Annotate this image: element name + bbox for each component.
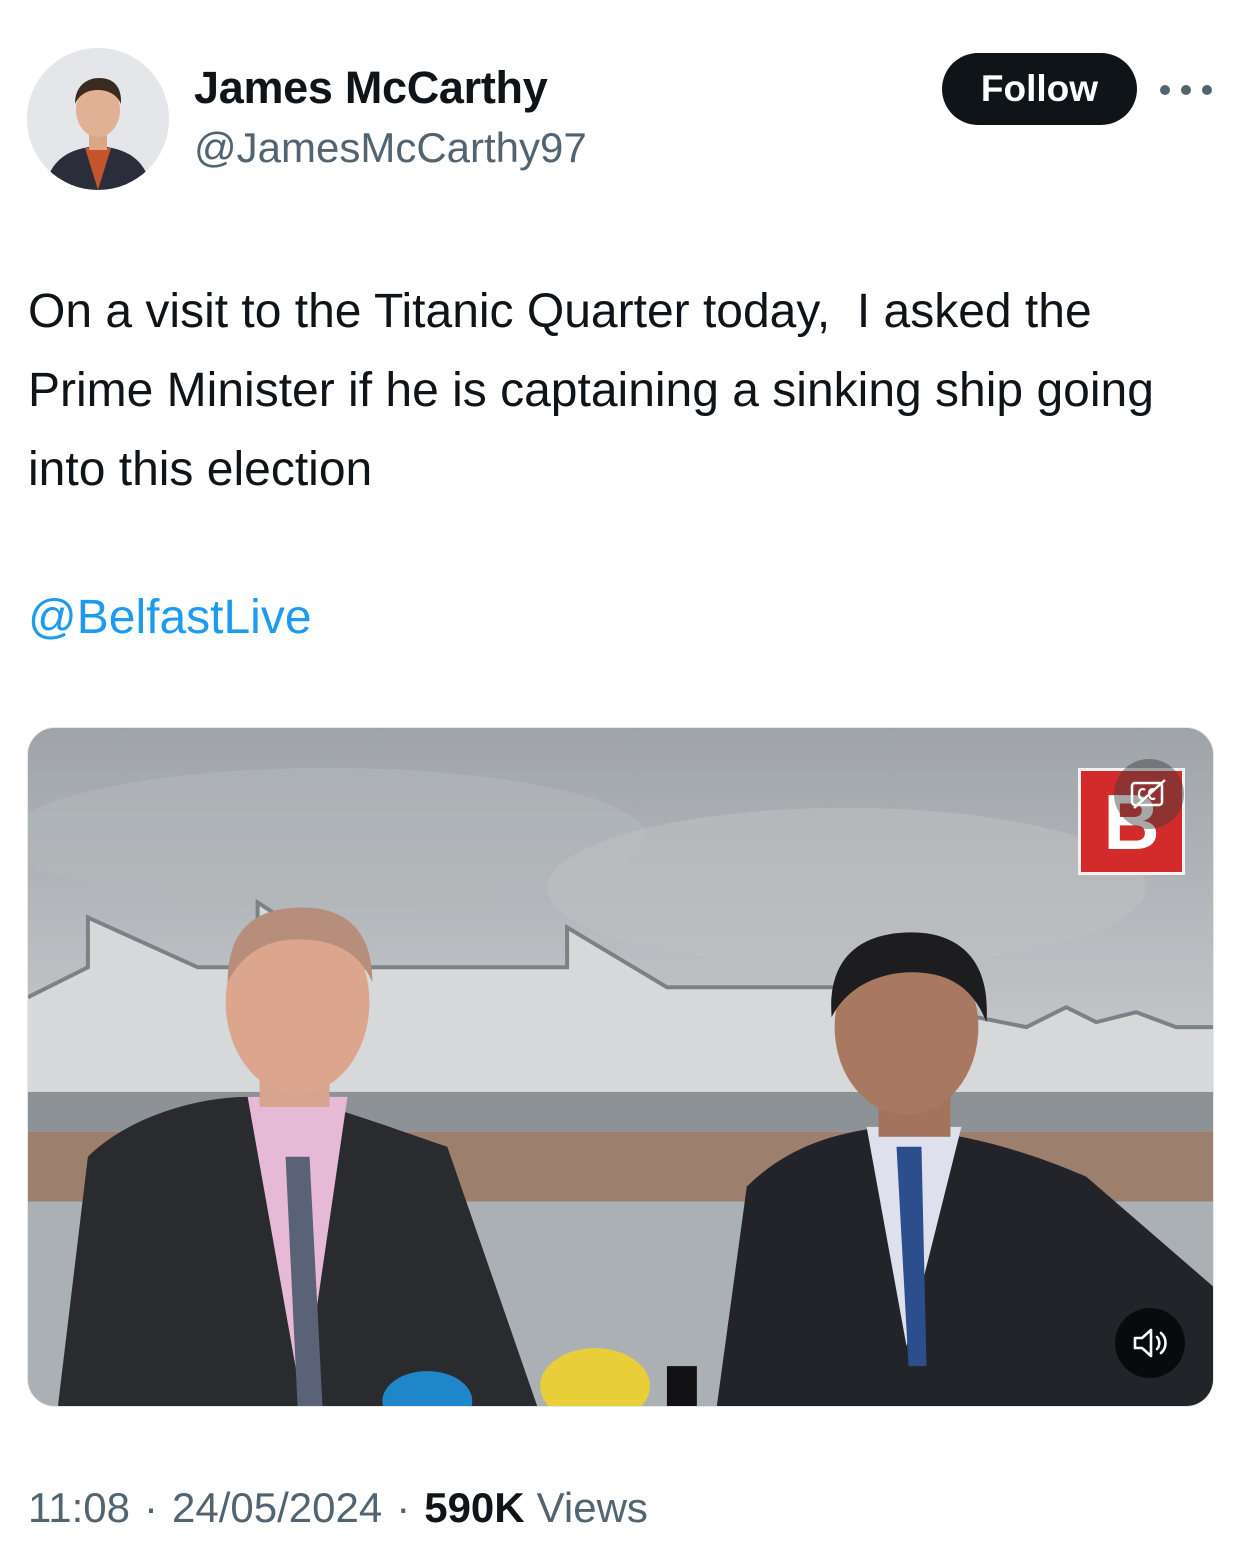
meta-separator: · (396, 1484, 411, 1531)
tweet-card: James McCarthy @JamesMcCarthy97 Follow O… (0, 0, 1242, 1563)
video-frame (28, 728, 1213, 1406)
more-dot (1202, 85, 1212, 95)
mention-link[interactable]: @BelfastLive (28, 590, 312, 645)
volume-glyph (1133, 1328, 1167, 1358)
views-label: Views (536, 1484, 648, 1531)
meta-separator: · (144, 1484, 158, 1531)
tweet-time[interactable]: 11:08 (28, 1484, 130, 1532)
tweet-date[interactable]: 24/05/2024 (172, 1484, 382, 1532)
tweet-meta: 11:08 · 24/05/2024 · 590K Views (28, 1484, 648, 1532)
avatar-image (27, 48, 169, 190)
volume-icon[interactable] (1115, 1308, 1185, 1378)
avatar[interactable] (27, 48, 169, 190)
author-display-name[interactable]: James McCarthy (194, 62, 548, 114)
closed-captions-icon[interactable] (1114, 759, 1184, 829)
tweet-text: On a visit to the Titanic Quarter today,… (28, 285, 1168, 496)
views-count: 590K (424, 1484, 525, 1531)
follow-button[interactable]: Follow (942, 53, 1137, 125)
more-dot (1160, 85, 1170, 95)
more-horizontal-icon[interactable] (1160, 70, 1212, 110)
author-handle[interactable]: @JamesMcCarthy97 (194, 124, 587, 172)
closed-captions-glyph (1130, 779, 1166, 809)
more-dot (1181, 85, 1191, 95)
video-player[interactable]: B (27, 727, 1214, 1407)
